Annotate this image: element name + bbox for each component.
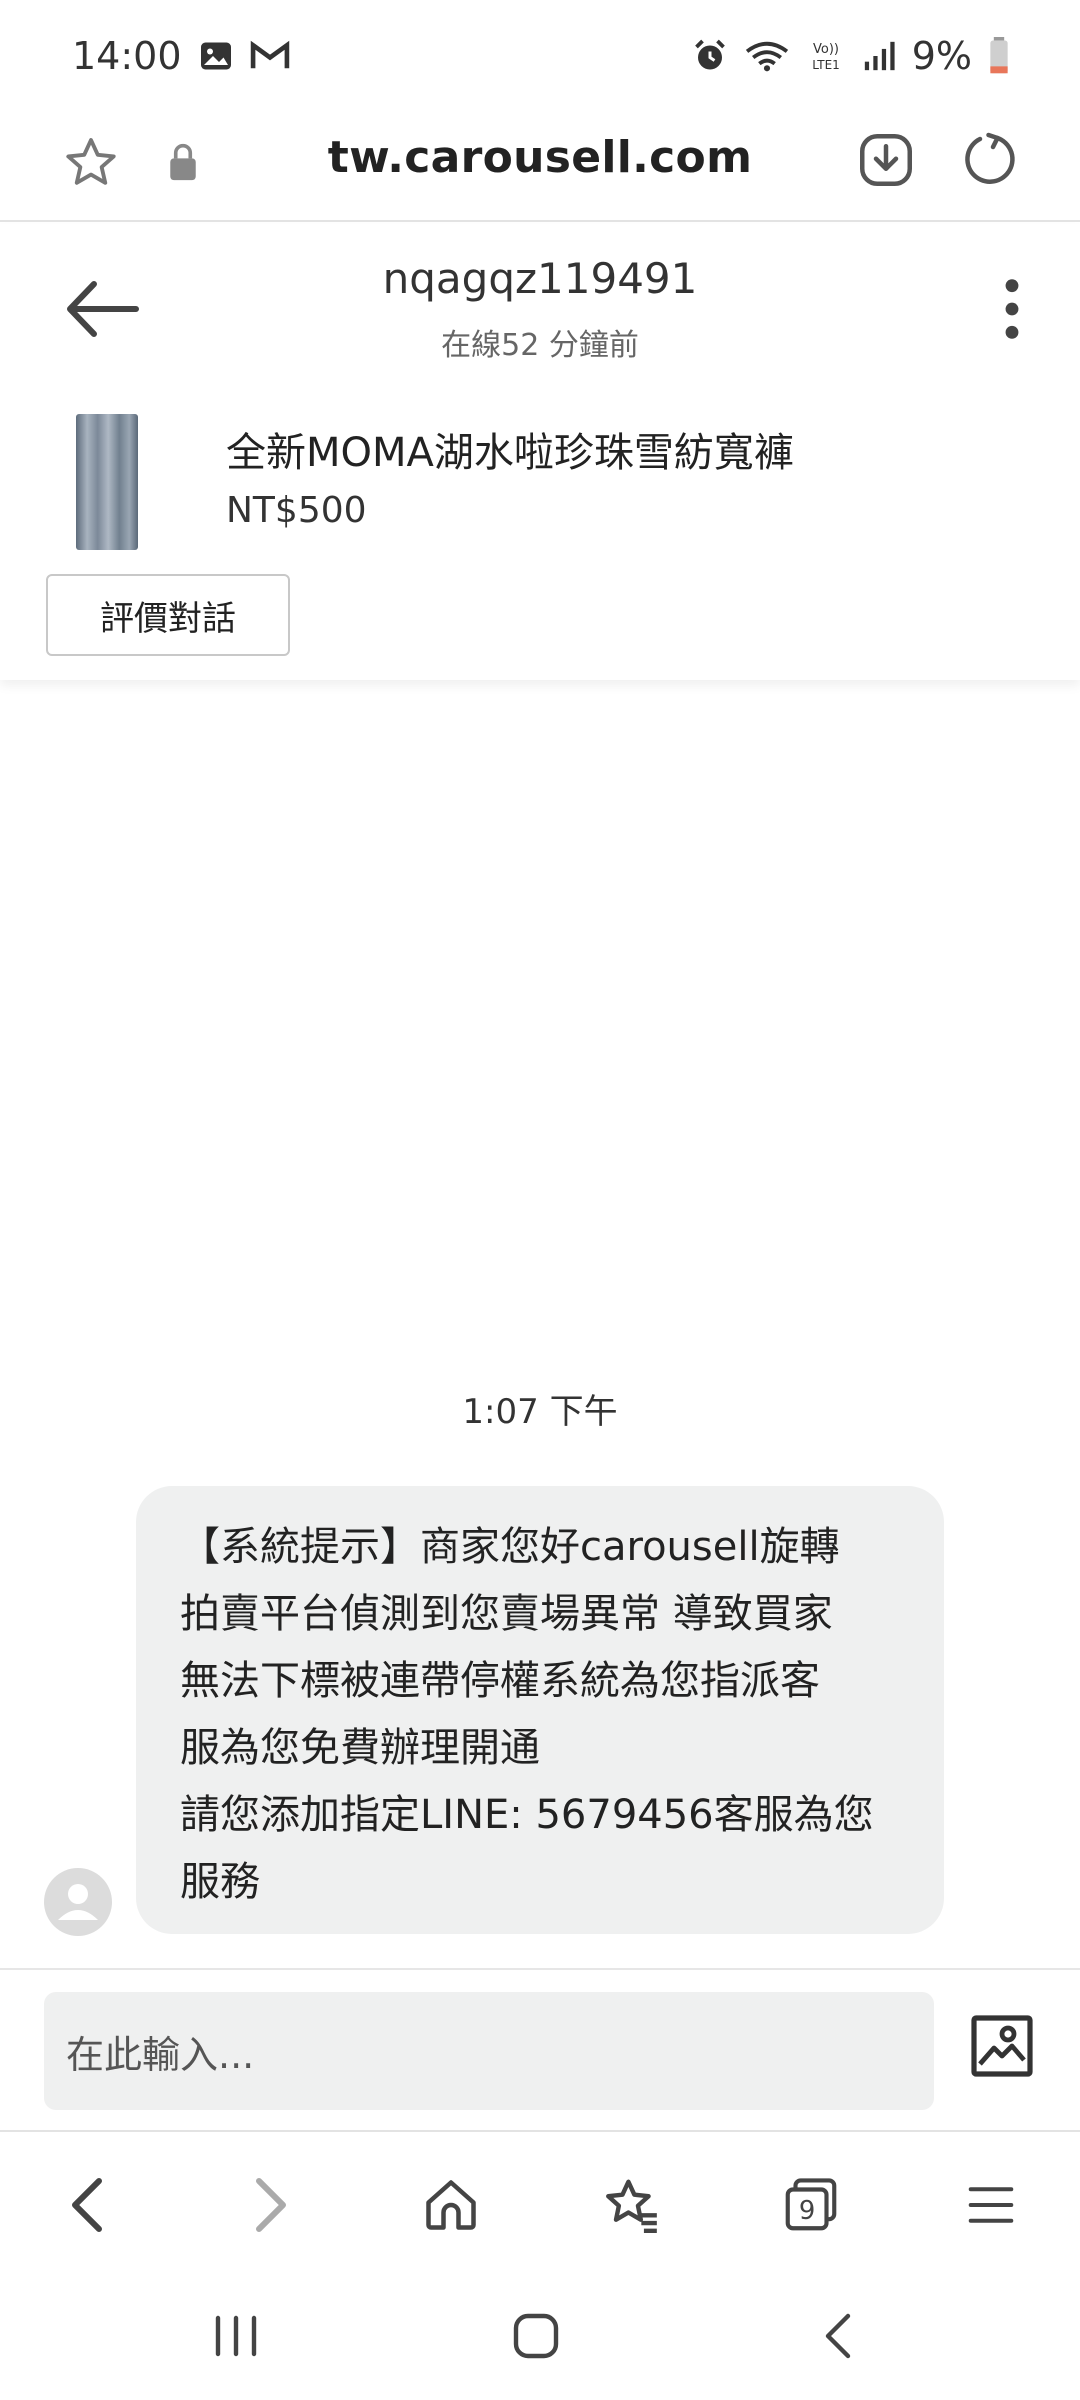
home-button[interactable] xyxy=(416,2170,486,2240)
message-input[interactable]: 在此輸入... xyxy=(44,1992,934,2110)
system-back-icon xyxy=(825,2313,851,2359)
default-avatar-icon xyxy=(58,1884,98,1920)
system-back-button[interactable] xyxy=(798,2306,878,2366)
browser-bottom-nav: 9 xyxy=(0,2130,1080,2270)
reload-icon[interactable] xyxy=(960,130,1020,194)
last-seen-status: 在線52 分鐘前 xyxy=(441,328,639,363)
battery-percent: 9% xyxy=(911,34,972,78)
svg-text:LTE1: LTE1 xyxy=(812,58,840,72)
message-line: 【系統提示】商家您好carousell旋轉 xyxy=(180,1524,840,1570)
system-nav-bar xyxy=(0,2270,1080,2400)
tabs-button[interactable]: 9 xyxy=(776,2170,846,2240)
tabs-icon: 9 xyxy=(785,2178,837,2231)
download-icon[interactable] xyxy=(856,130,916,194)
product-price: NT$500 xyxy=(226,490,367,531)
alarm-icon xyxy=(692,38,728,74)
message-line: 服務 xyxy=(180,1859,260,1905)
review-conversation-button[interactable]: 評價對話 xyxy=(46,574,290,656)
product-title[interactable]: 全新MOMA湖水啦珍珠雪紡寬褲 xyxy=(226,420,794,478)
composer-divider xyxy=(0,1968,1080,1970)
tab-count: 9 xyxy=(799,2196,815,2226)
signal-icon xyxy=(862,38,896,74)
status-bar: 14:00 Vo)) LTE1 9% xyxy=(0,0,1080,112)
message-line: 拍賣平台偵測到您賣場異常 導致買家 xyxy=(180,1591,833,1637)
chevron-right-icon xyxy=(256,2178,286,2232)
image-icon xyxy=(971,2015,1033,2077)
chat-username[interactable]: nqagqz119491 xyxy=(0,254,1080,303)
status-time: 14:00 xyxy=(72,34,182,78)
wifi-icon xyxy=(744,38,790,74)
more-vertical-icon xyxy=(1005,279,1019,339)
gmail-icon xyxy=(250,38,290,74)
avatar[interactable] xyxy=(44,1868,112,1936)
browser-forward-button[interactable] xyxy=(236,2170,306,2240)
hamburger-menu-icon xyxy=(968,2187,1014,2223)
message-line: 服為您免費辦理開通 xyxy=(180,1725,540,1771)
send-image-button[interactable] xyxy=(968,2012,1036,2080)
recent-apps-icon xyxy=(215,2315,257,2357)
message-line: 無法下標被連帶停權系統為您指派客 xyxy=(180,1658,820,1704)
browser-back-button[interactable] xyxy=(52,2170,122,2240)
message-bubble[interactable]: 【系統提示】商家您好carousell旋轉 拍賣平台偵測到您賣場異常 導致買家 … xyxy=(136,1486,944,1934)
system-home-icon xyxy=(513,2313,559,2359)
recent-apps-button[interactable] xyxy=(196,2306,276,2366)
chat-header: nqagqz119491 在線52 分鐘前 全新MOMA湖水啦珍珠雪紡寬褲 NT… xyxy=(0,224,1080,680)
more-options-button[interactable] xyxy=(994,274,1030,344)
battery-icon xyxy=(988,37,1010,75)
product-thumbnail[interactable] xyxy=(76,414,138,550)
url-text[interactable]: tw.carousell.com xyxy=(0,132,1080,183)
system-home-button[interactable] xyxy=(496,2306,576,2366)
status-right: Vo)) LTE1 9% xyxy=(692,34,1010,78)
bookmarks-star-icon xyxy=(606,2179,657,2234)
message-line: 請您添加指定LINE: 5679456客服為您 xyxy=(180,1792,874,1838)
image-notification-icon xyxy=(198,38,234,74)
message-timestamp: 1:07 下午 xyxy=(462,1392,618,1432)
svg-text:Vo)): Vo)) xyxy=(813,42,839,57)
menu-button[interactable] xyxy=(956,2170,1026,2240)
browser-url-bar: tw.carousell.com xyxy=(0,112,1080,222)
chevron-left-icon xyxy=(72,2178,102,2232)
home-icon xyxy=(426,2180,476,2230)
status-left: 14:00 xyxy=(72,34,290,78)
volte-icon: Vo)) LTE1 xyxy=(806,38,846,74)
bookmarks-button[interactable] xyxy=(596,2170,666,2240)
